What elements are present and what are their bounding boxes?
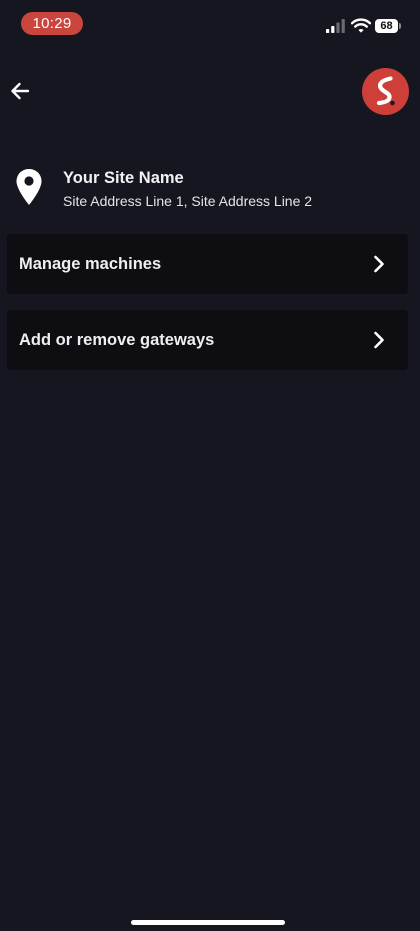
- site-info: Your Site Name Site Address Line 1, Site…: [0, 160, 420, 220]
- site-name: Your Site Name: [63, 169, 184, 187]
- brand-logo-icon: [376, 76, 395, 106]
- wifi-icon: [351, 18, 371, 33]
- cellular-signal-icon: [326, 19, 345, 33]
- menu-item-label: Manage machines: [19, 255, 162, 273]
- battery-icon: 68: [375, 19, 403, 33]
- arrow-left-icon: [11, 82, 30, 100]
- menu-item-label: Add or remove gateways: [19, 331, 215, 349]
- manage-machines-button[interactable]: Manage machines: [7, 234, 408, 294]
- battery-level: 68: [375, 19, 398, 33]
- chevron-right-icon: [374, 331, 384, 349]
- brand-logo-button[interactable]: [362, 68, 409, 115]
- add-remove-gateways-button[interactable]: Add or remove gateways: [7, 310, 408, 370]
- location-pin-icon: [16, 169, 42, 205]
- status-time: 10:29: [21, 12, 83, 35]
- back-button[interactable]: [6, 76, 36, 106]
- home-indicator[interactable]: [131, 920, 285, 925]
- battery-tip: [399, 23, 401, 29]
- status-bar: 10:29 68: [0, 0, 420, 48]
- chevron-right-icon: [374, 255, 384, 273]
- site-address: Site Address Line 1, Site Address Line 2: [63, 193, 313, 209]
